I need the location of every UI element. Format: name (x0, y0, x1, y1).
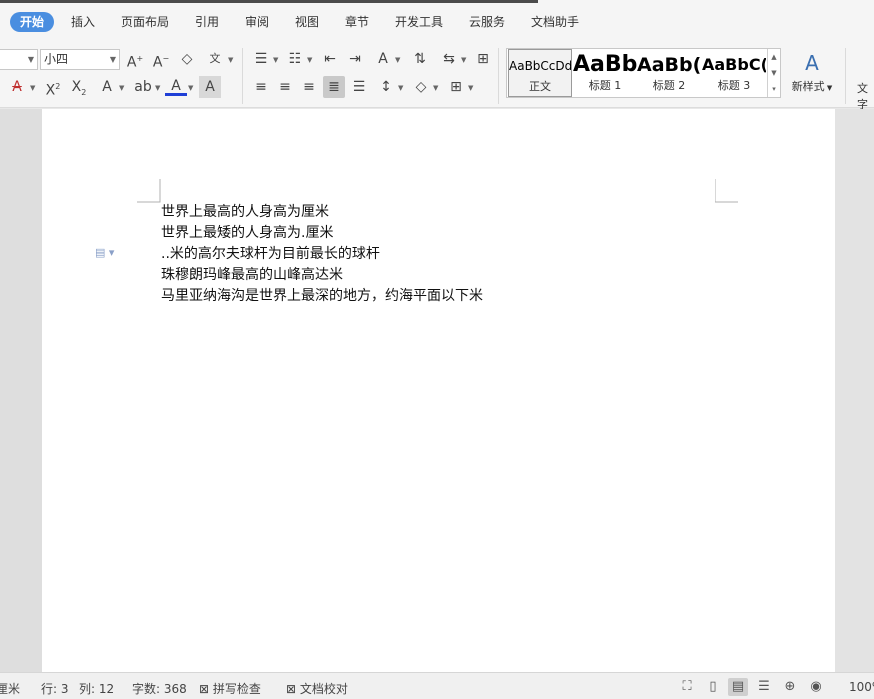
increase-indent-icon[interactable]: ⇥ (344, 48, 366, 70)
margin-corner-top-left (137, 179, 161, 203)
tab-review[interactable]: 审阅 (245, 12, 269, 32)
shrink-font-icon[interactable]: A− (150, 48, 172, 71)
tab-developer[interactable]: 开发工具 (395, 12, 443, 32)
distributed-align-icon[interactable]: ☰ (348, 76, 370, 98)
read-mode-icon[interactable]: ▯ (703, 678, 723, 696)
align-center-icon[interactable]: ≡ (274, 76, 296, 98)
chevron-down-icon[interactable]: ▼ (228, 56, 233, 64)
tab-cloud-service[interactable]: 云服务 (469, 12, 505, 32)
style-heading-2[interactable]: AaBb( 标题 2 (637, 49, 701, 97)
chevron-down-icon[interactable]: ▼ (433, 84, 438, 92)
web-view-icon[interactable]: ⊕ (780, 678, 800, 696)
font-name-combo[interactable]: ▼ (0, 49, 38, 70)
chevron-down-icon[interactable]: ▼ (461, 56, 466, 64)
style-gallery-scroll[interactable]: ▲ ▼ ▾ (767, 49, 780, 97)
bullet-list-icon[interactable]: ☰ (250, 48, 272, 70)
highlight-icon[interactable]: ab (132, 76, 154, 98)
text-box-icon[interactable]: ⊞ (472, 48, 494, 70)
fullscreen-icon[interactable]: ⛶ (677, 678, 697, 696)
grow-font-icon[interactable]: A+ (124, 48, 146, 71)
status-col: 列: 12 (79, 682, 115, 696)
document-line[interactable]: 马里亚纳海沟是世界上最深的地方，约海平面以下米 (161, 286, 483, 307)
tab-doc-assistant[interactable]: 文档助手 (531, 12, 579, 32)
align-left-icon[interactable]: ≡ (250, 76, 272, 98)
chevron-down-icon[interactable]: ▼ (398, 84, 403, 92)
strikethrough-icon[interactable]: A (6, 76, 28, 98)
paragraph-shading-icon[interactable]: ◇ (410, 76, 432, 98)
style-heading-3[interactable]: AaBbC( 标题 3 (702, 49, 766, 97)
align-right-icon[interactable]: ≡ (298, 76, 320, 98)
line-spacing-icon[interactable]: ↕ (375, 76, 397, 98)
text-effect-icon[interactable]: A (96, 76, 118, 98)
margin-corner-top-right (715, 179, 738, 203)
new-style-icon: A (805, 51, 819, 75)
borders-icon[interactable]: ⊞ (445, 76, 467, 98)
sort-icon[interactable]: ⇅ (409, 48, 431, 70)
status-word-count[interactable]: 字数: 368 (132, 680, 187, 697)
eye-protection-icon[interactable]: ◉ (806, 678, 826, 696)
status-row: 行: 3 (41, 682, 69, 696)
style-heading-1[interactable]: AaBb 标题 1 (573, 49, 637, 97)
chevron-down-icon[interactable]: ▼ (188, 84, 193, 92)
doc-proof-icon: ⊠ (286, 682, 297, 696)
chevron-down-icon[interactable]: ▼ (155, 84, 160, 92)
tab-insert[interactable]: 插入 (71, 12, 95, 32)
chevron-down-icon[interactable]: ▼ (273, 56, 278, 64)
chevron-down-icon[interactable]: ▼ (30, 84, 35, 92)
phonetic-guide-icon[interactable]: 文 (204, 48, 226, 70)
document-line[interactable]: ..米的高尔夫球杆为目前最长的球杆 (161, 244, 380, 265)
menu-tab-bar: 开始 插入 页面布局 引用 审阅 视图 章节 开发工具 云服务 文档助手 (0, 0, 874, 44)
tab-page-layout[interactable]: 页面布局 (121, 12, 169, 32)
outline-view-icon[interactable]: ☰ (754, 678, 774, 696)
doc-proof-button[interactable]: ⊠ 文档校对 (286, 680, 348, 697)
spell-check-icon: ⊠ (199, 682, 210, 696)
tab-chapter[interactable]: 章节 (345, 12, 369, 32)
font-size-combo[interactable]: 小四 ▼ (40, 49, 120, 70)
text-tools-label[interactable]: 文字 (857, 80, 874, 112)
spell-check-button[interactable]: ⊠ 拼写检查 (199, 680, 261, 697)
tab-view[interactable]: 视图 (295, 12, 319, 32)
document-workspace (0, 109, 874, 672)
chevron-down-icon[interactable]: ▼ (395, 56, 400, 64)
chevron-down-icon[interactable]: ▼ (468, 84, 473, 92)
numbered-list-icon[interactable]: ☷ (284, 48, 306, 70)
document-page[interactable] (42, 109, 835, 672)
font-size-value: 小四 (44, 52, 69, 66)
paragraph-layout-icon[interactable]: ▤ ▾ (95, 246, 114, 259)
tab-references[interactable]: 引用 (195, 12, 219, 32)
show-hide-marks-icon[interactable]: ⇆ (438, 48, 460, 70)
document-line[interactable]: 珠穆朗玛峰最高的山峰高达米 (161, 265, 343, 286)
subscript-icon[interactable]: X2 (68, 76, 90, 98)
status-unit: 厘米 (0, 682, 21, 696)
zoom-level[interactable]: 100% (849, 680, 874, 694)
chevron-down-icon[interactable]: ▼ (307, 56, 312, 64)
document-line[interactable]: 世界上最矮的人身高为.厘米 (161, 223, 333, 244)
justify-icon[interactable]: ≣ (323, 76, 345, 98)
new-style-button[interactable]: A 新样式 ▼ (786, 48, 838, 98)
decrease-indent-icon[interactable]: ⇤ (319, 48, 341, 70)
right-scroll-rail[interactable] (835, 109, 874, 672)
clear-format-icon[interactable]: ◇ (176, 48, 198, 70)
superscript-icon[interactable]: X2 (42, 76, 64, 99)
chevron-down-icon[interactable]: ▼ (119, 84, 124, 92)
char-shading-icon[interactable]: A (199, 76, 221, 98)
status-bar: 厘米 行: 3 列: 12 字数: 368 ⊠ 拼写检查 ⊠ 文档校对 ⛶ ▯ … (0, 672, 874, 699)
font-color-icon[interactable]: A (165, 76, 187, 96)
chinese-layout-icon[interactable]: A (372, 48, 394, 70)
tab-home[interactable]: 开始 (10, 12, 55, 32)
style-gallery: AaBbCcDd 正文 AaBb 标题 1 AaBb( 标题 2 AaBbC( … (506, 48, 781, 98)
style-normal[interactable]: AaBbCcDd 正文 (508, 49, 572, 97)
document-line[interactable]: 世界上最高的人身高为厘米 (161, 202, 329, 223)
page-view-icon[interactable]: ▤ (728, 678, 748, 696)
